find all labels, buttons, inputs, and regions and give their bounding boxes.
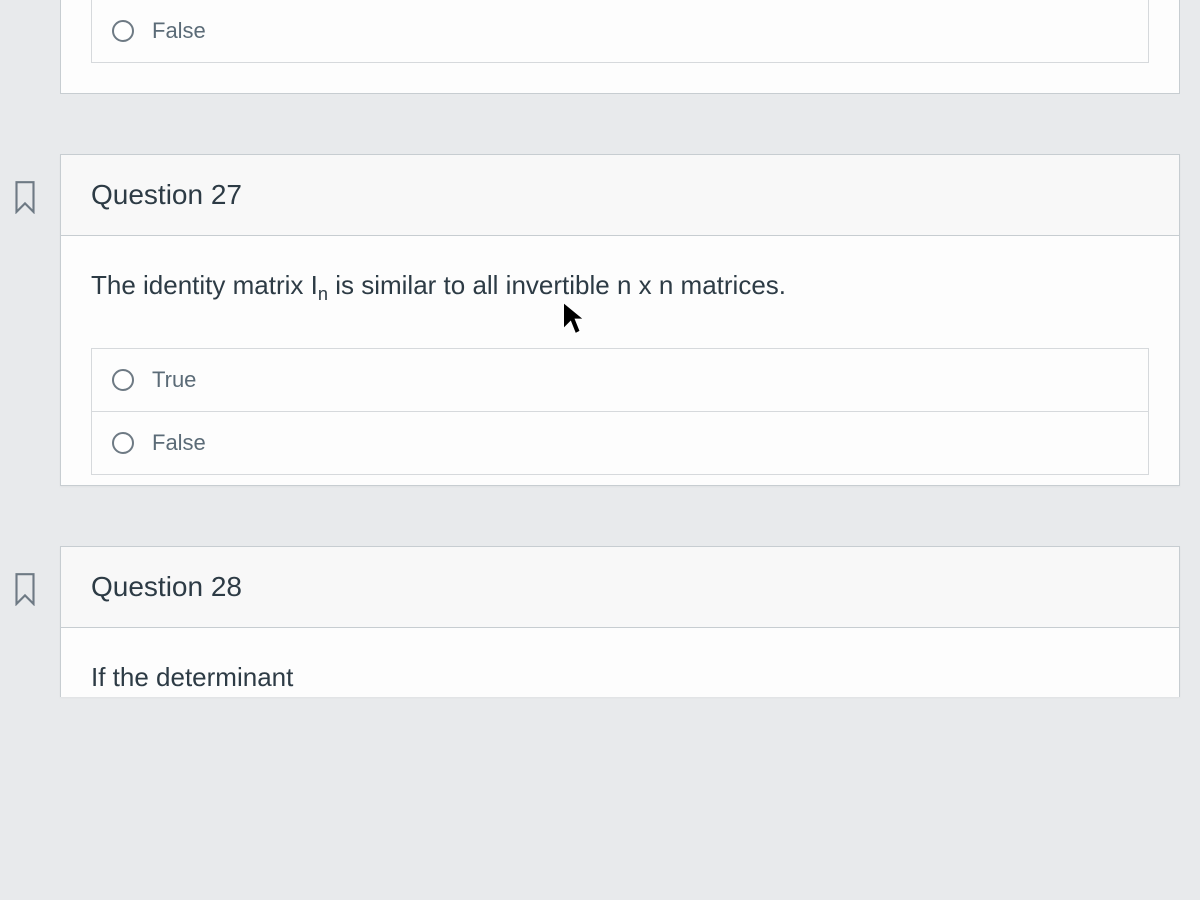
radio-unchecked-icon[interactable] [112,20,134,42]
option-label: False [152,18,206,44]
question-27-prompt: The identity matrix In is similar to all… [91,266,1149,308]
prompt-text-pre: The identity matrix I [91,270,318,300]
question-27-body: The identity matrix In is similar to all… [61,236,1179,485]
radio-unchecked-icon[interactable] [112,369,134,391]
question-28-card: Question 28 If the determinant [60,546,1180,697]
previous-question-options: False [91,0,1149,63]
bookmark-icon [12,180,38,214]
prompt-subscript: n [318,284,328,304]
question-27-option-false[interactable]: False [92,412,1148,474]
radio-unchecked-icon[interactable] [112,432,134,454]
option-label: True [152,367,196,393]
question-28-body: If the determinant [61,628,1179,697]
question-28-header: Question 28 [61,547,1179,628]
question-27-header: Question 27 [61,155,1179,236]
question-27-options: True False [91,348,1149,475]
bookmark-icon [12,572,38,606]
previous-question-card-tail: False [60,0,1180,94]
bookmark-toggle-q28[interactable] [11,571,39,607]
prompt-text-post: is similar to all invertible n x n matri… [328,270,786,300]
previous-question-option-false[interactable]: False [92,0,1148,62]
question-27-option-true[interactable]: True [92,349,1148,412]
question-27-card: Question 27 The identity matrix In is si… [60,154,1180,486]
quiz-page: False Question 27 The identity matrix In… [0,0,1200,697]
question-28-prompt-partial: If the determinant [91,658,1149,697]
bookmark-toggle-q27[interactable] [11,179,39,215]
option-label: False [152,430,206,456]
